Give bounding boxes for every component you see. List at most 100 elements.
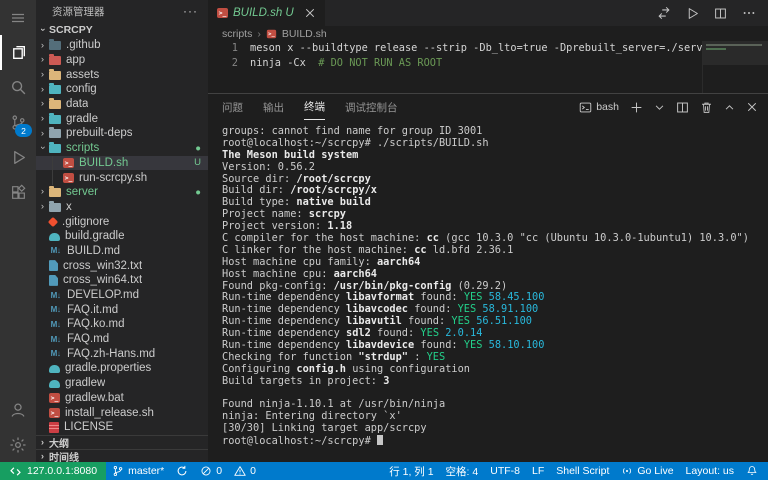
tree-item--gitignore[interactable]: .gitignore: [36, 214, 208, 229]
tree-item-gradle[interactable]: ›gradle: [36, 111, 208, 126]
tab-build-sh[interactable]: >_ BUILD.sh U: [208, 0, 325, 26]
folder-icon: [49, 85, 61, 94]
tree-item-faq-ko-md[interactable]: M↓FAQ.ko.md: [36, 317, 208, 332]
new-terminal-icon[interactable]: [630, 101, 643, 114]
breadcrumb-separator: ›: [257, 28, 261, 40]
tree-item-faq-md[interactable]: M↓FAQ.md: [36, 332, 208, 347]
sync-icon: [176, 465, 188, 477]
panel-tab-调试控制台[interactable]: 调试控制台: [345, 95, 398, 120]
minimap[interactable]: [702, 41, 768, 93]
breadcrumb-file[interactable]: BUILD.sh: [282, 28, 327, 40]
close-tab-icon[interactable]: [304, 7, 316, 19]
tree-item-scripts[interactable]: ›scripts●: [36, 141, 208, 156]
tree-item-server[interactable]: ›server●: [36, 185, 208, 200]
panel-actions: bash: [579, 101, 758, 114]
status-warnings[interactable]: 0: [228, 462, 262, 480]
git-status-badge: ●: [195, 187, 201, 198]
tree-item-faq-it-md[interactable]: M↓FAQ.it.md: [36, 302, 208, 317]
open-changes-icon[interactable]: [657, 6, 671, 20]
tree-item-faq-zh-hans-md[interactable]: M↓FAQ.zh-Hans.md: [36, 346, 208, 361]
tree-item-build-sh[interactable]: >_BUILD.shU: [36, 156, 208, 171]
tree-item-label: scripts: [66, 142, 99, 154]
warning-icon: [234, 465, 246, 477]
status-remote[interactable]: 127.0.0.1:8080: [0, 462, 106, 480]
breadcrumb-folder[interactable]: scripts: [222, 28, 252, 40]
search-icon: [10, 79, 27, 96]
tree-item-build-gradle[interactable]: build.gradle: [36, 229, 208, 244]
chevron-right-icon[interactable]: ›: [36, 85, 49, 95]
status-errors[interactable]: 0: [194, 462, 228, 480]
activity-account[interactable]: [0, 392, 36, 427]
tree-item-develop-md[interactable]: M↓DEVELOP.md: [36, 288, 208, 303]
status-branch[interactable]: master*: [106, 462, 170, 480]
maximize-panel-icon[interactable]: [724, 102, 735, 113]
tree-item-app[interactable]: ›app: [36, 53, 208, 68]
panel-tab-问题[interactable]: 问题: [222, 95, 243, 120]
chevron-down-icon[interactable]: ›: [38, 142, 48, 155]
chevron-right-icon[interactable]: ›: [36, 41, 49, 51]
tree-item-assets[interactable]: ›assets: [36, 67, 208, 82]
status-sync[interactable]: [170, 462, 194, 480]
code-editor[interactable]: 1meson x --buildtype release --strip -Db…: [208, 41, 768, 93]
split-editor-icon[interactable]: [714, 7, 727, 20]
activity-source-control[interactable]: 2: [0, 105, 36, 140]
chevron-right-icon[interactable]: ›: [36, 70, 49, 80]
sidebar-section-时间线[interactable]: ›时间线: [36, 449, 208, 462]
select-shell-icon[interactable]: [654, 102, 665, 113]
status-keyboard-layout[interactable]: Layout: us: [680, 462, 740, 480]
activity-menu[interactable]: [0, 0, 36, 35]
project-root-folder[interactable]: › SCRCPY: [36, 22, 208, 38]
tree-item-data[interactable]: ›data: [36, 97, 208, 112]
tree-item-run-scrcpy-sh[interactable]: >_run-scrcpy.sh: [36, 170, 208, 185]
tree-item-prebuilt-deps[interactable]: ›prebuilt-deps: [36, 126, 208, 141]
tree-item-label: LICENSE: [64, 421, 113, 433]
tree-item-config[interactable]: ›config: [36, 82, 208, 97]
status-label: UTF-8: [490, 465, 520, 477]
activity-settings[interactable]: [0, 427, 36, 462]
markdown-file-icon: M↓: [49, 320, 62, 329]
tree-item-gradlew[interactable]: gradlew: [36, 376, 208, 391]
status-cursor-position[interactable]: 行 1, 列 1: [383, 462, 439, 480]
sidebar-section-大纲[interactable]: ›大纲: [36, 435, 208, 450]
chevron-right-icon[interactable]: ›: [36, 202, 49, 212]
activity-explorer[interactable]: [0, 35, 36, 70]
chevron-right-icon[interactable]: ›: [36, 114, 49, 124]
shell-file-icon: >_: [63, 173, 74, 183]
activity-search[interactable]: [0, 70, 36, 105]
chevron-right-icon[interactable]: ›: [36, 129, 49, 139]
explorer-more-actions-icon[interactable]: ···: [183, 4, 198, 18]
shell-selector[interactable]: bash: [579, 101, 619, 114]
more-actions-icon[interactable]: [742, 6, 756, 20]
status-label: Go Live: [637, 465, 673, 477]
tree-item--github[interactable]: ›.github: [36, 38, 208, 53]
activity-run-debug[interactable]: [0, 140, 36, 175]
chevron-right-icon[interactable]: ›: [36, 187, 49, 197]
tree-item-x[interactable]: ›x: [36, 200, 208, 215]
panel-tab-输出[interactable]: 输出: [263, 95, 284, 120]
shell-file-icon: >_: [63, 158, 74, 168]
terminal-output[interactable]: groups: cannot find name for group ID 30…: [208, 120, 768, 462]
status-indentation[interactable]: 空格: 4: [440, 462, 485, 480]
tree-item-install-release-sh[interactable]: >_install_release.sh: [36, 405, 208, 420]
close-panel-icon[interactable]: [746, 101, 758, 113]
breadcrumb[interactable]: scripts › >_ BUILD.sh: [208, 26, 768, 41]
status-eol[interactable]: LF: [526, 462, 550, 480]
chevron-right-icon[interactable]: ›: [36, 99, 49, 109]
tree-item-gradlew-bat[interactable]: >_gradlew.bat: [36, 391, 208, 406]
tree-item-license[interactable]: LICENSE: [36, 420, 208, 435]
tree-item-build-md[interactable]: M↓BUILD.md: [36, 244, 208, 259]
split-terminal-icon[interactable]: [676, 101, 689, 114]
activity-extensions[interactable]: [0, 175, 36, 210]
status-label: 空格: 4: [446, 464, 479, 479]
chevron-right-icon[interactable]: ›: [36, 55, 49, 65]
status-notifications[interactable]: [740, 462, 764, 480]
tree-item-gradle-properties[interactable]: gradle.properties: [36, 361, 208, 376]
kill-terminal-icon[interactable]: [700, 101, 713, 114]
panel-tab-终端[interactable]: 终端: [304, 94, 325, 120]
status-encoding[interactable]: UTF-8: [484, 462, 526, 480]
run-file-icon[interactable]: [686, 7, 699, 20]
tree-item-cross-win64-txt[interactable]: cross_win64.txt: [36, 273, 208, 288]
status-language-mode[interactable]: Shell Script: [550, 462, 615, 480]
tree-item-cross-win32-txt[interactable]: cross_win32.txt: [36, 258, 208, 273]
status-go-live[interactable]: Go Live: [615, 462, 679, 480]
